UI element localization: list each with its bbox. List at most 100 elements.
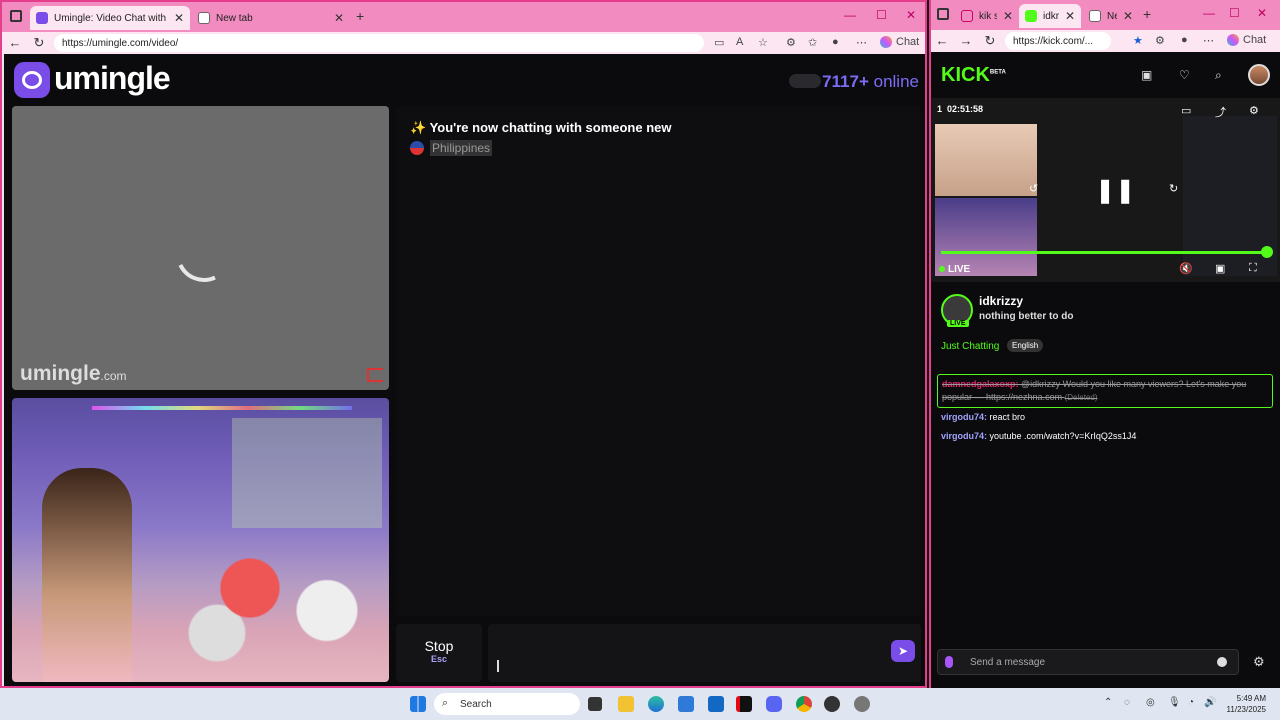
new-tab-plus-icon[interactable]: +	[356, 8, 364, 24]
profile-icon[interactable]: ●	[1181, 34, 1188, 46]
minimize-icon[interactable]: —	[1203, 6, 1215, 20]
favorites-icon[interactable]: ✩	[808, 36, 817, 49]
copilot-icon	[1227, 34, 1239, 46]
umingle-logo-icon	[14, 62, 50, 98]
discord-icon[interactable]	[766, 696, 782, 712]
settings-icon[interactable]	[854, 696, 870, 712]
close-tab-icon[interactable]: ✕	[1003, 9, 1013, 23]
tab-actions-icon[interactable]	[937, 8, 949, 20]
windows-start-icon[interactable]	[410, 696, 426, 712]
umingle-logo-text[interactable]: umingle	[54, 60, 171, 97]
close-window-icon[interactable]: ✕	[906, 8, 916, 22]
copilot-chat-button[interactable]: Chat	[1227, 34, 1266, 46]
category-link[interactable]: Just Chatting	[941, 341, 999, 352]
obs-icon[interactable]	[824, 696, 840, 712]
address-bar-row: ← ↻ https://umingle.com/video/ ▭ A ☆ ⚙ ✩…	[2, 32, 925, 54]
copilot-chat-button[interactable]: Chat	[880, 36, 919, 48]
tray-app-icon[interactable]: ◌	[1124, 697, 1130, 708]
tab-idkrizzy[interactable]: idkriz ✕	[1019, 4, 1081, 28]
rewind-icon[interactable]: ↺	[1029, 182, 1038, 195]
url-text: https://kick.com/...	[1013, 35, 1094, 47]
settings-icon[interactable]: ⚙	[1249, 104, 1259, 117]
cast-icon[interactable]: ▭	[714, 36, 724, 49]
report-flag-icon[interactable]	[367, 368, 383, 382]
favorite-star-icon[interactable]: ☆	[758, 36, 768, 49]
maximize-icon[interactable]: ☐	[876, 8, 887, 22]
more-icon[interactable]: ⋯	[856, 36, 867, 49]
mic-icon[interactable]	[945, 656, 953, 668]
fullscreen-icon[interactable]: ⛶	[1249, 262, 1257, 275]
minimize-icon[interactable]: —	[844, 8, 856, 22]
close-tab-icon[interactable]: ✕	[174, 11, 184, 25]
refresh-icon[interactable]: ↻	[981, 33, 999, 49]
forward-icon[interactable]: →	[957, 33, 975, 48]
chrome-icon[interactable]	[796, 696, 812, 712]
file-explorer-icon[interactable]	[618, 696, 634, 712]
outlook-icon[interactable]	[708, 696, 724, 712]
close-tab-icon[interactable]: ✕	[1065, 9, 1075, 23]
close-window-icon[interactable]: ✕	[1257, 6, 1267, 20]
tray-chevron-icon[interactable]: ⌃	[1104, 697, 1112, 708]
channel-name[interactable]: idkrizzy	[979, 294, 1023, 308]
wall-posters	[232, 418, 382, 528]
profile-icon[interactable]: ●	[832, 36, 839, 48]
chat-input[interactable]: Send a message	[937, 649, 1239, 675]
back-icon[interactable]: ←	[6, 35, 24, 50]
tab-kik[interactable]: kik st ✕	[955, 4, 1019, 28]
theme-toggle[interactable]	[789, 74, 821, 88]
taskbar-search[interactable]: ⌕ Search	[434, 693, 580, 715]
favorite-star-icon[interactable]: ★	[1133, 34, 1143, 47]
volume-icon[interactable]: 🔊	[1204, 697, 1216, 708]
close-tab-icon[interactable]: ✕	[334, 11, 344, 25]
extensions-icon[interactable]: ⚙	[1155, 34, 1165, 47]
read-aloud-icon[interactable]: A	[736, 36, 743, 48]
language-tag[interactable]: English	[1007, 339, 1044, 352]
url-field[interactable]: https://kick.com/...	[1005, 32, 1111, 50]
extensions-icon[interactable]: ⚙	[786, 36, 796, 49]
tab-actions-icon[interactable]	[10, 10, 22, 22]
netflix-icon[interactable]	[736, 696, 752, 712]
task-view-icon[interactable]	[588, 697, 602, 711]
umingle-page: umingle 7117+ online umingle.com ✨ You'r…	[4, 54, 925, 686]
store-icon[interactable]	[678, 696, 694, 712]
edge-icon[interactable]	[648, 696, 664, 712]
tab-new[interactable]: New ✕	[1083, 4, 1139, 28]
back-icon[interactable]: ←	[933, 33, 951, 48]
microphone-icon[interactable]: 🎙	[1168, 697, 1181, 708]
loading-spinner-icon	[168, 218, 240, 290]
send-icon[interactable]: ➤	[891, 640, 915, 662]
mute-icon[interactable]: 🔇	[1179, 262, 1193, 275]
seek-bar[interactable]	[941, 251, 1265, 254]
emoji-icon[interactable]	[1217, 657, 1227, 667]
message-input[interactable]: ➤	[488, 624, 921, 682]
taskbar: ⌕ Search ⌃ ◌ ◎ 🎙 ◔ 🔊 5:49 AM 11/23/2025	[0, 688, 1280, 720]
pip-icon[interactable]: ▭	[1181, 104, 1191, 117]
chat-settings-icon[interactable]: ⚙	[1253, 654, 1265, 670]
live-indicator: LIVE	[939, 264, 970, 275]
heart-icon[interactable]: ♡	[1179, 68, 1190, 82]
wifi-icon[interactable]: ◔	[1188, 697, 1194, 708]
taskbar-clock[interactable]: 5:49 AM 11/23/2025	[1227, 693, 1266, 715]
kick-favicon-icon	[1025, 10, 1037, 22]
theater-mode-icon[interactable]: ▣	[1215, 262, 1225, 275]
more-icon[interactable]: ⋯	[1203, 34, 1214, 47]
gift-icon[interactable]: ▣	[1141, 68, 1152, 82]
close-tab-icon[interactable]: ✕	[1123, 9, 1133, 23]
tab-new-tab[interactable]: New tab ✕	[192, 6, 350, 30]
forward-skip-icon[interactable]: ↻	[1169, 182, 1178, 195]
pause-icon[interactable]: ❚❚	[1095, 176, 1135, 205]
stop-button[interactable]: Stop Esc	[396, 624, 482, 682]
tab-umingle[interactable]: Umingle: Video Chat with St ✕	[30, 6, 190, 30]
maximize-icon[interactable]: ☐	[1229, 6, 1240, 20]
user-avatar[interactable]	[1248, 64, 1270, 86]
new-tab-plus-icon[interactable]: +	[1143, 6, 1151, 22]
search-icon[interactable]: ⌕	[1215, 68, 1222, 83]
tray-app-icon[interactable]: ◎	[1146, 697, 1155, 708]
video-player[interactable]: 1 02:51:58 ▭ ⤴ ⚙ ↺ ❚❚ ↻ LIVE 🔇 ▣ ⛶	[931, 98, 1280, 282]
seek-handle[interactable]	[1261, 246, 1273, 258]
refresh-icon[interactable]: ↻	[30, 35, 48, 51]
share-icon[interactable]: ⤴	[1215, 104, 1226, 120]
kick-logo[interactable]: KICKBETA	[941, 64, 1006, 87]
stream-cam-frame	[935, 124, 1037, 196]
url-field[interactable]: https://umingle.com/video/	[54, 34, 704, 52]
